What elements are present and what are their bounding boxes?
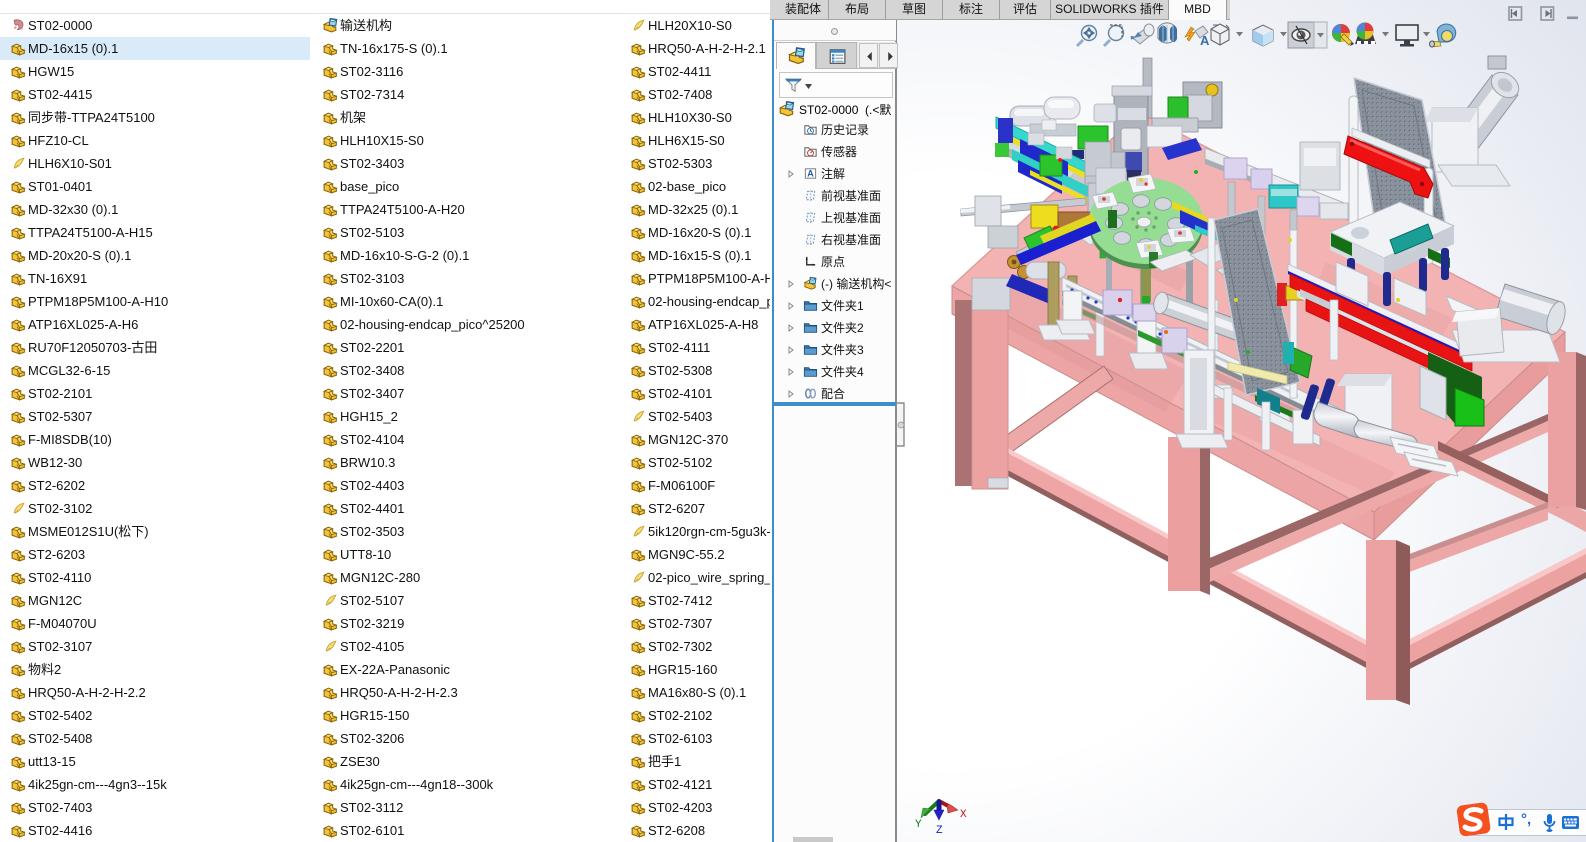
- svg-text:Z: Z: [936, 825, 943, 837]
- svg-text:X: X: [960, 809, 967, 821]
- svg-text:Y: Y: [915, 819, 922, 831]
- svg-text:A: A: [1200, 33, 1210, 48]
